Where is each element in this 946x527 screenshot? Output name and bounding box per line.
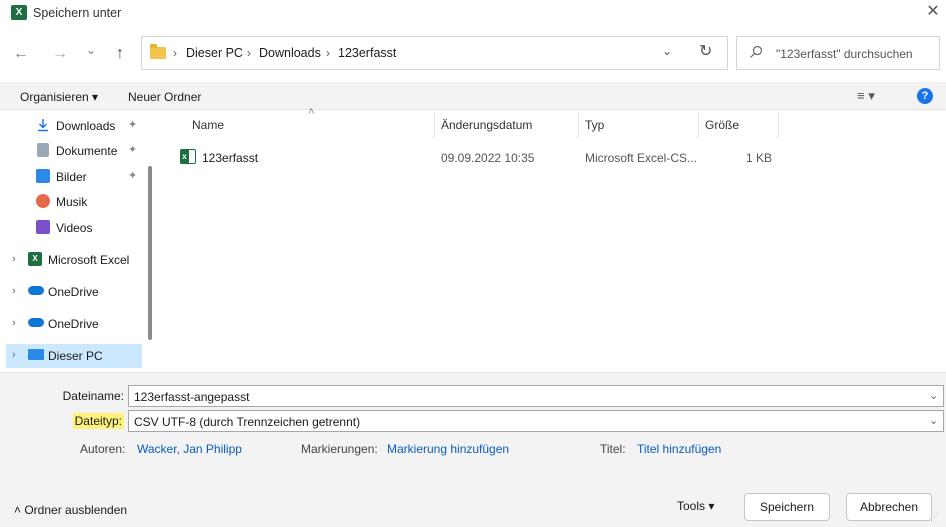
- up-folder-icon[interactable]: ↑: [108, 42, 132, 66]
- column-header-size[interactable]: Größe: [705, 118, 739, 132]
- expand-chevron-icon[interactable]: ›: [12, 349, 16, 361]
- navigation-pane: Downloads ✦ Dokumente ✦ Bilder ✦ Musik V…: [0, 110, 158, 370]
- nav-label: Dieser PC: [48, 349, 103, 363]
- save-button[interactable]: Speichern: [744, 493, 830, 521]
- save-options-panel: Dateiname: 123erfasst-angepasst ⌄ Dateit…: [0, 372, 946, 527]
- view-options-icon[interactable]: ≡ ▾: [857, 88, 875, 104]
- nav-item-videos[interactable]: Videos: [6, 216, 142, 240]
- filename-input[interactable]: 123erfasst-angepasst ⌄: [128, 385, 944, 407]
- back-icon[interactable]: ←: [9, 42, 33, 66]
- help-icon[interactable]: ?: [917, 88, 933, 104]
- pin-icon: ✦: [128, 170, 138, 182]
- expand-chevron-icon[interactable]: ›: [12, 253, 16, 265]
- refresh-icon[interactable]: ↻: [699, 41, 712, 61]
- title-bar: X Speichern unter ✕: [0, 0, 946, 26]
- expand-chevron-icon[interactable]: ›: [12, 317, 16, 329]
- documents-icon: [37, 143, 49, 157]
- column-divider[interactable]: [778, 112, 779, 138]
- nav-item-this-pc[interactable]: › Dieser PC: [6, 344, 142, 368]
- title-field[interactable]: Titel hinzufügen: [637, 442, 721, 456]
- nav-label: Musik: [56, 195, 88, 209]
- nav-item-downloads[interactable]: Downloads ✦: [6, 114, 142, 138]
- music-icon: [36, 194, 50, 208]
- nav-item-onedrive[interactable]: › OneDrive: [6, 280, 142, 304]
- column-divider[interactable]: [578, 112, 579, 138]
- authors-label: Autoren:: [80, 442, 126, 456]
- close-icon[interactable]: ✕: [923, 2, 943, 22]
- tags-label: Markierungen:: [301, 442, 378, 456]
- search-box[interactable]: "123erfasst" durchsuchen: [736, 36, 940, 70]
- authors-field[interactable]: Wacker, Jan Philipp: [137, 442, 242, 456]
- nav-item-microsoft-excel[interactable]: › X Microsoft Excel: [6, 248, 142, 272]
- column-header-type[interactable]: Typ: [585, 118, 604, 132]
- nav-item-onedrive[interactable]: › OneDrive: [6, 312, 142, 336]
- nav-label: Bilder: [56, 170, 87, 184]
- nav-item-dokumente[interactable]: Dokumente ✦: [6, 139, 142, 163]
- column-header-name[interactable]: Name: [192, 118, 224, 132]
- breadcrumb-separator: ›: [247, 46, 251, 60]
- search-input[interactable]: "123erfasst" durchsuchen: [776, 47, 913, 61]
- nav-label: Microsoft Excel: [48, 253, 130, 267]
- nav-label: OneDrive: [48, 285, 99, 299]
- onedrive-icon: [28, 286, 44, 295]
- column-divider[interactable]: [698, 112, 699, 138]
- download-icon: [38, 119, 48, 132]
- breadcrumb-123erfasst[interactable]: 123erfasst: [338, 46, 396, 60]
- tools-menu[interactable]: Tools ▾: [677, 499, 714, 513]
- excel-file-icon: x: [180, 149, 196, 164]
- column-header-date[interactable]: Änderungsdatum: [441, 118, 532, 132]
- this-pc-icon: [28, 349, 44, 360]
- chevron-down-icon[interactable]: ⌄: [929, 389, 938, 402]
- folder-icon: [150, 44, 166, 59]
- file-date: 09.09.2022 10:35: [441, 151, 535, 165]
- window-title: Speichern unter: [33, 6, 122, 20]
- filetype-label: Dateityp:: [30, 413, 124, 429]
- nav-label: OneDrive: [48, 317, 99, 331]
- file-list: ˄ Name Änderungsdatum Typ Größe x 123erf…: [158, 106, 946, 372]
- search-icon: [750, 45, 763, 58]
- nav-scrollbar[interactable]: [148, 166, 152, 340]
- column-divider[interactable]: [434, 112, 435, 138]
- nav-label: Dokumente: [56, 144, 118, 158]
- pin-icon: ✦: [128, 144, 138, 156]
- onedrive-icon: [28, 318, 44, 327]
- organize-menu[interactable]: Organisieren ▾: [20, 90, 98, 104]
- chevron-down-icon[interactable]: ⌄: [929, 414, 938, 427]
- breadcrumb-downloads[interactable]: Downloads: [259, 46, 321, 60]
- pin-icon: ✦: [128, 119, 138, 131]
- expand-chevron-icon[interactable]: ›: [12, 285, 16, 297]
- filetype-label-text: Dateityp:: [72, 413, 124, 429]
- file-type: Microsoft Excel-CS...: [585, 151, 698, 165]
- nav-label: Videos: [56, 221, 93, 235]
- filetype-select[interactable]: CSV UTF-8 (durch Trennzeichen getrennt) …: [128, 410, 944, 432]
- tags-field[interactable]: Markierung hinzufügen: [387, 442, 509, 456]
- filename-label: Dateiname:: [62, 389, 124, 403]
- filetype-value: CSV UTF-8 (durch Trennzeichen getrennt): [134, 415, 361, 429]
- command-bar: Organisieren ▾ Neuer Ordner ≡ ▾ ?: [0, 82, 946, 110]
- forward-icon[interactable]: →: [48, 42, 72, 66]
- breadcrumb-this-pc[interactable]: Dieser PC: [186, 46, 243, 60]
- breadcrumb-separator: ›: [326, 46, 330, 60]
- videos-icon: [36, 220, 50, 234]
- excel-icon: X: [28, 252, 42, 266]
- breadcrumb-separator: ›: [173, 46, 177, 60]
- excel-app-icon: X: [11, 5, 27, 20]
- address-bar[interactable]: › Dieser PC › Downloads › 123erfasst ⌄ ↻: [141, 36, 728, 70]
- filename-value: 123erfasst-angepasst: [134, 390, 250, 404]
- address-dropdown-icon[interactable]: ⌄: [662, 44, 672, 58]
- nav-label: Downloads: [56, 119, 116, 133]
- pictures-icon: [36, 169, 50, 183]
- sort-ascending-icon: ˄: [308, 106, 315, 118]
- hide-folders-toggle[interactable]: ˄ Ordner ausblenden: [14, 503, 127, 517]
- nav-item-musik[interactable]: Musik: [6, 190, 142, 214]
- new-folder-button[interactable]: Neuer Ordner: [128, 90, 201, 104]
- file-size: 1 KB: [746, 151, 773, 165]
- resize-grip-icon[interactable]: ⋰: [930, 512, 939, 523]
- recent-locations-icon[interactable]: ⌄: [79, 38, 103, 62]
- file-name[interactable]: 123erfasst: [202, 151, 258, 165]
- cancel-button[interactable]: Abbrechen: [846, 493, 932, 521]
- title-label: Titel:: [600, 442, 626, 456]
- nav-item-bilder[interactable]: Bilder ✦: [6, 165, 142, 189]
